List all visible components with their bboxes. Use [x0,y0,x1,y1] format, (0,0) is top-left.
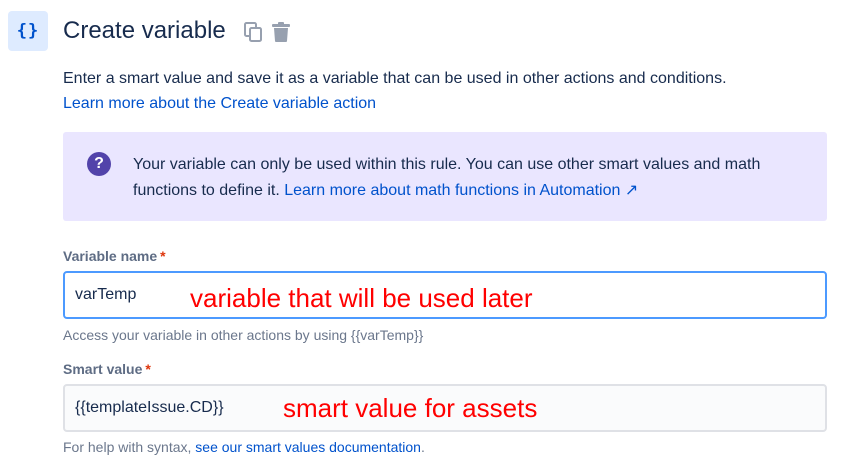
variable-name-help: Access your variable in other actions by… [63,327,424,343]
learn-more-create-variable-link[interactable]: Learn more about the Create variable act… [63,95,376,112]
copy-icon[interactable] [243,21,263,43]
info-panel: ? Your variable can only be used within … [63,132,827,221]
smart-value-help: For help with syntax, see our smart valu… [63,439,425,455]
smart-value-label: Smart value * [63,361,151,377]
trash-icon[interactable] [271,21,291,43]
annotation-smart-value: smart value for assets [283,393,538,423]
required-marker: * [145,361,151,377]
variable-name-value: varTemp [75,286,137,303]
math-functions-link[interactable]: Learn more about math functions in Autom… [284,182,638,199]
smart-value-value: {{templateIssue.CD}} [75,399,224,416]
description-text: Enter a smart value and save it as a var… [63,70,727,87]
info-text: Your variable can only be used within th… [133,152,813,204]
variable-name-label-text: Variable name [63,248,158,264]
required-marker: * [160,248,166,264]
title-actions [243,21,291,43]
description: Enter a smart value and save it as a var… [63,66,727,116]
question-icon: ? [87,152,111,176]
smart-value-help-prefix: For help with syntax, [63,439,196,455]
annotation-variable: variable that will be used later [190,283,533,313]
smart-value-help-suffix: . [420,439,425,455]
braces-icon: {} [16,21,40,41]
smart-value-label-text: Smart value [63,361,143,377]
page-title: Create variable [63,17,226,44]
create-variable-icon: {} [8,11,48,51]
smart-values-docs-link[interactable]: see our smart values documentation [195,439,421,455]
variable-name-label: Variable name * [63,248,166,264]
